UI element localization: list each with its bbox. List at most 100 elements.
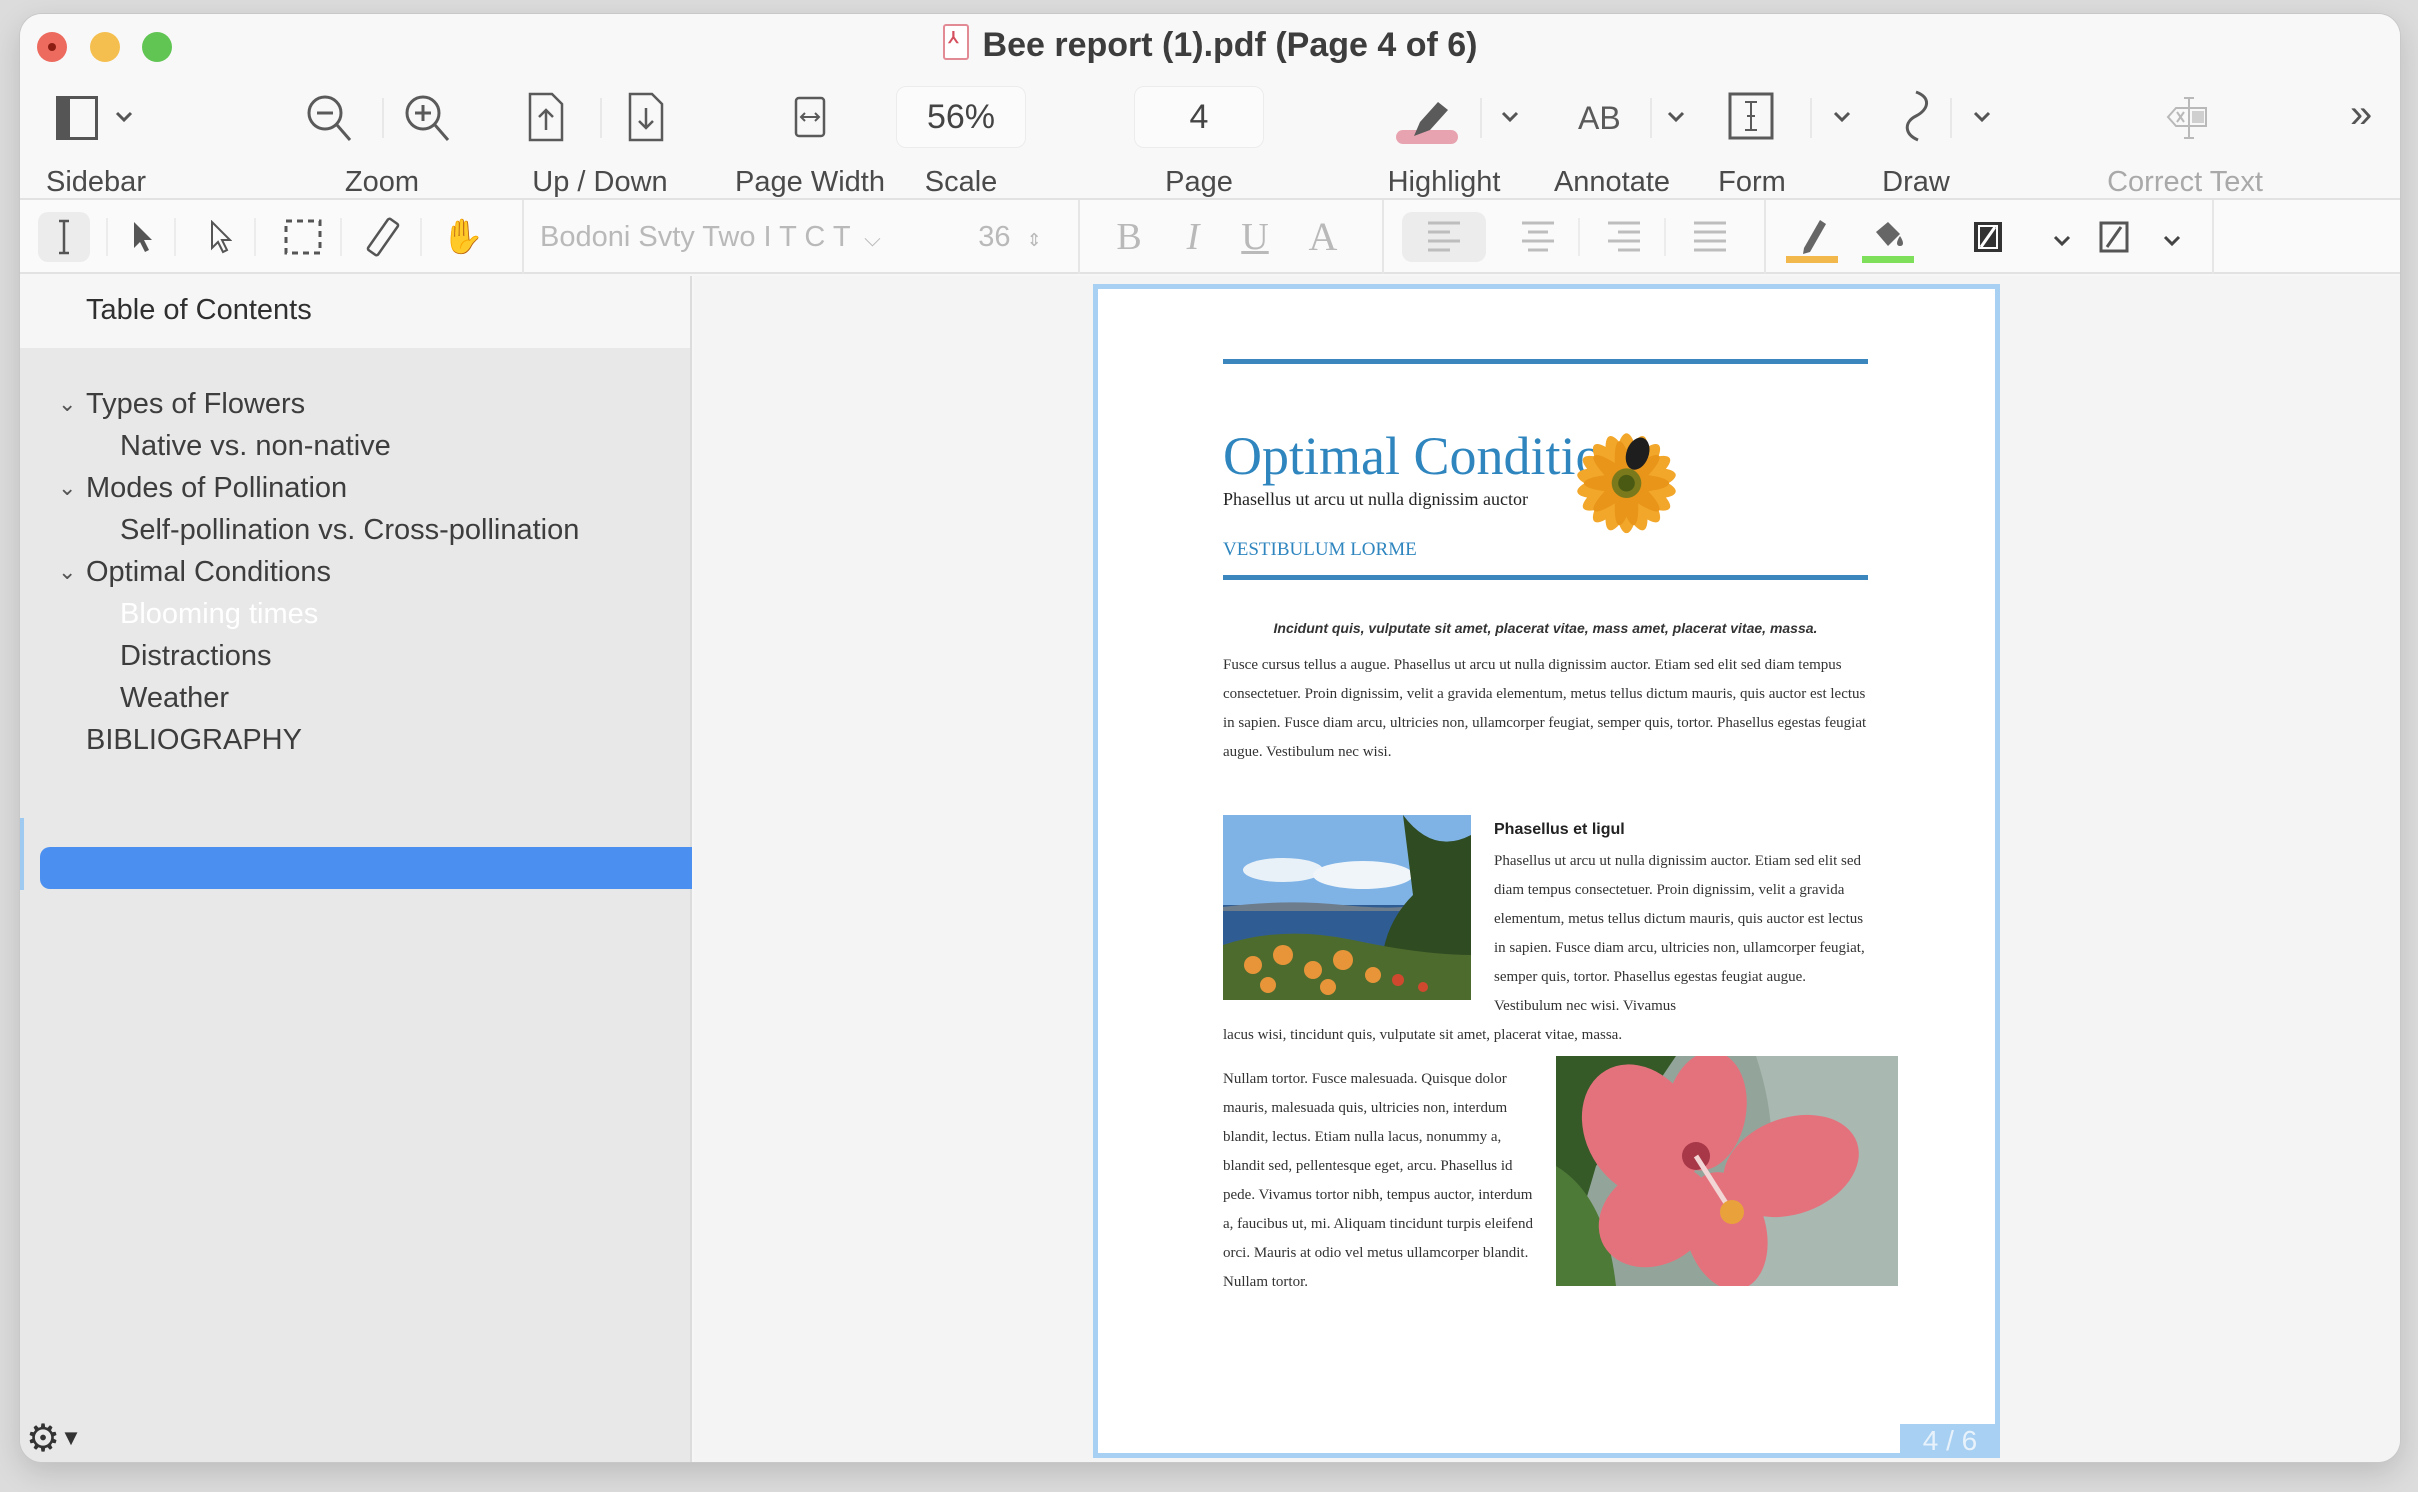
- toc-item-weather[interactable]: Weather: [120, 678, 229, 718]
- section-heading: Phasellus et ligul: [1494, 821, 1625, 838]
- toc-item-label: Types of Flowers: [86, 388, 306, 420]
- disclosure-chevron-down-icon[interactable]: ⌄: [58, 552, 76, 592]
- toc-item-label: Weather: [120, 682, 230, 714]
- separator: [382, 98, 384, 138]
- table-of-contents-heading: Table of Contents: [86, 294, 312, 326]
- marquee-selection-tool[interactable]: [280, 212, 326, 262]
- font-family-value: Bodoni Svty Two I T C T: [540, 221, 851, 253]
- toc-item-optimal-conditions[interactable]: ⌄ Optimal Conditions: [58, 552, 331, 592]
- correct-text-label: Correct Text: [2107, 166, 2263, 198]
- window-title-text: Bee report (1).pdf (Page 4 of 6): [982, 26, 1478, 64]
- chevron-down-icon[interactable]: [2046, 212, 2078, 262]
- line-style-button[interactable]: [2094, 212, 2134, 262]
- italic-button[interactable]: I: [1170, 212, 1216, 262]
- toc-item-types-of-flowers[interactable]: ⌄ Types of Flowers: [58, 384, 306, 424]
- arrow-pointer-filled-icon: [134, 222, 152, 252]
- separator: [174, 218, 176, 256]
- toolbar-overflow-icon[interactable]: »: [2350, 94, 2372, 134]
- text-selection-tool[interactable]: [38, 212, 90, 262]
- underline-button[interactable]: U: [1232, 212, 1278, 262]
- selection-highlight: [40, 847, 692, 889]
- sunflower-with-bee-image: [1577, 433, 1676, 534]
- sidebar-icon: [56, 96, 98, 140]
- bold-button[interactable]: B: [1106, 212, 1152, 262]
- header-rule-bottom: [1223, 575, 1868, 580]
- page-up-icon[interactable]: [528, 92, 564, 142]
- sidebar-action-menu[interactable]: ⚙▼: [26, 1416, 82, 1461]
- pdf-file-icon: [942, 24, 969, 60]
- disclosure-chevron-down-icon[interactable]: ⌄: [58, 468, 76, 508]
- chevron-down-icon[interactable]: [1500, 110, 1520, 124]
- separator: [1764, 200, 1766, 274]
- separator: [2212, 200, 2214, 274]
- body-paragraph-1: Fusce cursus tellus a augue. Phasellus u…: [1223, 657, 1867, 760]
- pan-tool[interactable]: ✋: [440, 212, 486, 262]
- measure-tool[interactable]: [360, 212, 406, 262]
- chevron-down-icon[interactable]: [114, 110, 134, 124]
- draw-button[interactable]: Draw: [1882, 88, 2056, 198]
- page-width-icon: [794, 96, 826, 138]
- form-button[interactable]: Form: [1718, 88, 1890, 198]
- gear-icon: ⚙: [26, 1418, 61, 1460]
- paint-bucket-icon: [1862, 222, 1914, 263]
- sidebar-toggle-button[interactable]: Sidebar: [34, 88, 154, 198]
- separator: [1382, 200, 1384, 274]
- chevron-down-icon[interactable]: [1832, 110, 1852, 124]
- annotate-label: Annotate: [1553, 166, 1671, 198]
- triangle-down-icon: ▼: [60, 1425, 82, 1450]
- stroke-box-filled-icon: [1974, 222, 2002, 252]
- align-left-icon: [1428, 221, 1460, 252]
- chevron-down-icon[interactable]: [1666, 110, 1686, 124]
- correct-text-icon: [2166, 97, 2207, 139]
- zoom-out-icon[interactable]: [306, 94, 354, 144]
- arrow-pointer-outline-icon: [211, 219, 233, 254]
- document-view[interactable]: Optimal Conditions Phasellus ut arcu ut …: [694, 276, 2400, 1462]
- toc-item-self-vs-cross-pollination[interactable]: Self-pollination vs. Cross-pollination: [120, 510, 579, 550]
- fill-color-button[interactable]: [1858, 212, 1918, 263]
- text-color-button[interactable]: A: [1298, 212, 1348, 262]
- toc-item-label: BIBLIOGRAPHY: [86, 724, 302, 756]
- font-size-stepper[interactable]: 36 ⇕: [970, 212, 1050, 262]
- page-width-label: Page Width: [735, 166, 885, 198]
- toc-item-label: Blooming times: [120, 598, 319, 630]
- correct-text-button[interactable]: Correct Text: [2070, 88, 2300, 198]
- chevron-down-icon[interactable]: [1972, 110, 1992, 124]
- separator: [1664, 218, 1666, 256]
- font-family-select[interactable]: Bodoni Svty Two I T C T ⌵: [540, 212, 930, 262]
- align-right-button[interactable]: [1594, 212, 1654, 262]
- form-field-icon: [1728, 92, 1774, 140]
- justify-button[interactable]: [1680, 212, 1740, 262]
- annotate-text-icon: AB: [1578, 100, 1621, 136]
- dashed-rectangle-icon: [284, 219, 322, 255]
- chevron-down-icon[interactable]: [2156, 212, 2188, 262]
- disclosure-chevron-down-icon[interactable]: ⌄: [58, 384, 76, 424]
- page-width-button[interactable]: Page Width: [720, 88, 900, 198]
- align-center-button[interactable]: [1508, 212, 1568, 262]
- scale-group: Scale: [896, 88, 1026, 198]
- separator: [1578, 218, 1580, 256]
- toc-item-blooming-times[interactable]: Blooming times: [120, 594, 318, 634]
- rectangular-selection-tool[interactable]: [122, 212, 162, 262]
- scale-label: Scale: [924, 166, 998, 198]
- body-paragraph-3: Nullam tortor. Fusce malesuada. Quisque …: [1223, 1071, 1533, 1290]
- lasso-selection-tool[interactable]: [200, 212, 240, 262]
- page-down-icon[interactable]: [628, 92, 664, 142]
- separator: [1650, 98, 1652, 138]
- toc-item-distractions[interactable]: Distractions: [120, 636, 272, 676]
- pdf-page[interactable]: Optimal Conditions Phasellus ut arcu ut …: [1093, 284, 2000, 1458]
- annotate-button[interactable]: AB Annotate: [1550, 88, 1720, 198]
- separator: [1078, 200, 1080, 274]
- separator: [1480, 98, 1482, 138]
- border-color-button[interactable]: [1782, 212, 1842, 263]
- ruler-icon: [366, 217, 400, 257]
- toc-item-bibliography[interactable]: BIBLIOGRAPHY: [86, 720, 302, 760]
- separator: [340, 218, 342, 256]
- sidebar-header: Table of Contents: [20, 276, 690, 348]
- zoom-in-icon[interactable]: [404, 94, 452, 144]
- separator: [1810, 98, 1812, 138]
- toc-item-modes-of-pollination[interactable]: ⌄ Modes of Pollination: [58, 468, 347, 508]
- toc-item-native-vs-non-native[interactable]: Native vs. non-native: [120, 426, 391, 466]
- text-box-style-button[interactable]: [1968, 212, 2008, 262]
- highlight-button[interactable]: Highlight: [1380, 88, 1550, 198]
- align-left-button[interactable]: [1402, 212, 1486, 262]
